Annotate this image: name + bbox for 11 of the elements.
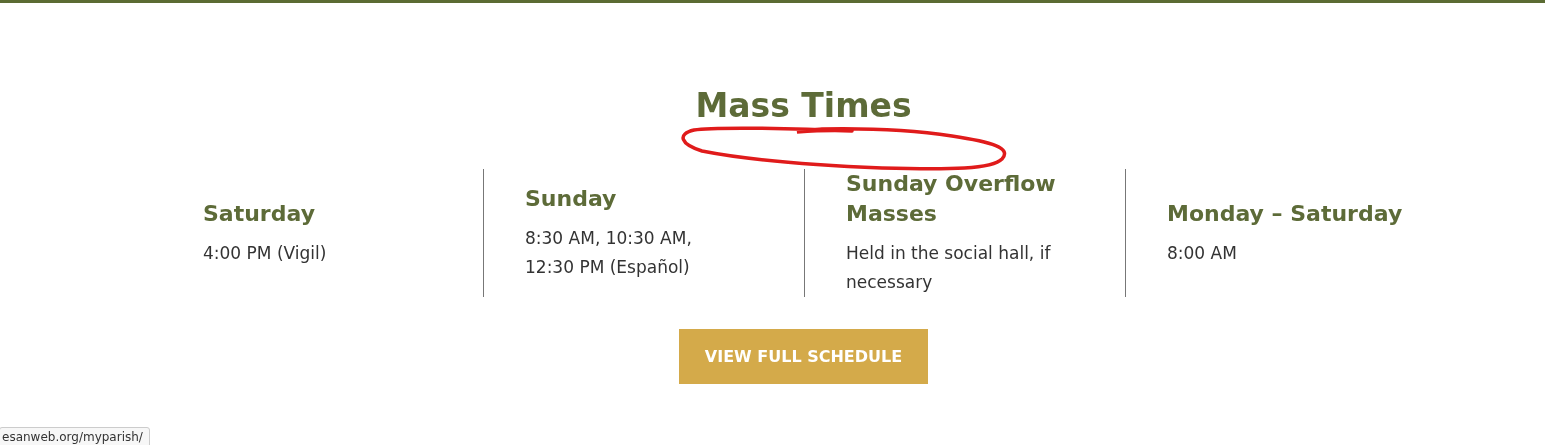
day-heading: Sunday Overflow Masses <box>846 170 1057 228</box>
view-schedule-button[interactable]: VIEW FULL SCHEDULE <box>679 329 928 384</box>
mass-time-text: Held in the social hall, if necessary <box>846 242 1052 294</box>
mass-time-text: 8:00 AM <box>1167 241 1238 265</box>
day-heading: Monday – Saturday <box>1167 199 1404 228</box>
status-url: esanweb.org/myparish/ <box>0 427 150 445</box>
section-title: Mass Times <box>694 85 913 127</box>
day-heading: Sunday <box>525 185 618 213</box>
mass-time-text: 4:00 PM (Vigil) <box>203 241 328 265</box>
mass-time-text: 8:30 AM, 10:30 AM, 12:30 PM (Español) <box>525 227 693 279</box>
day-heading: Saturday <box>203 199 316 228</box>
